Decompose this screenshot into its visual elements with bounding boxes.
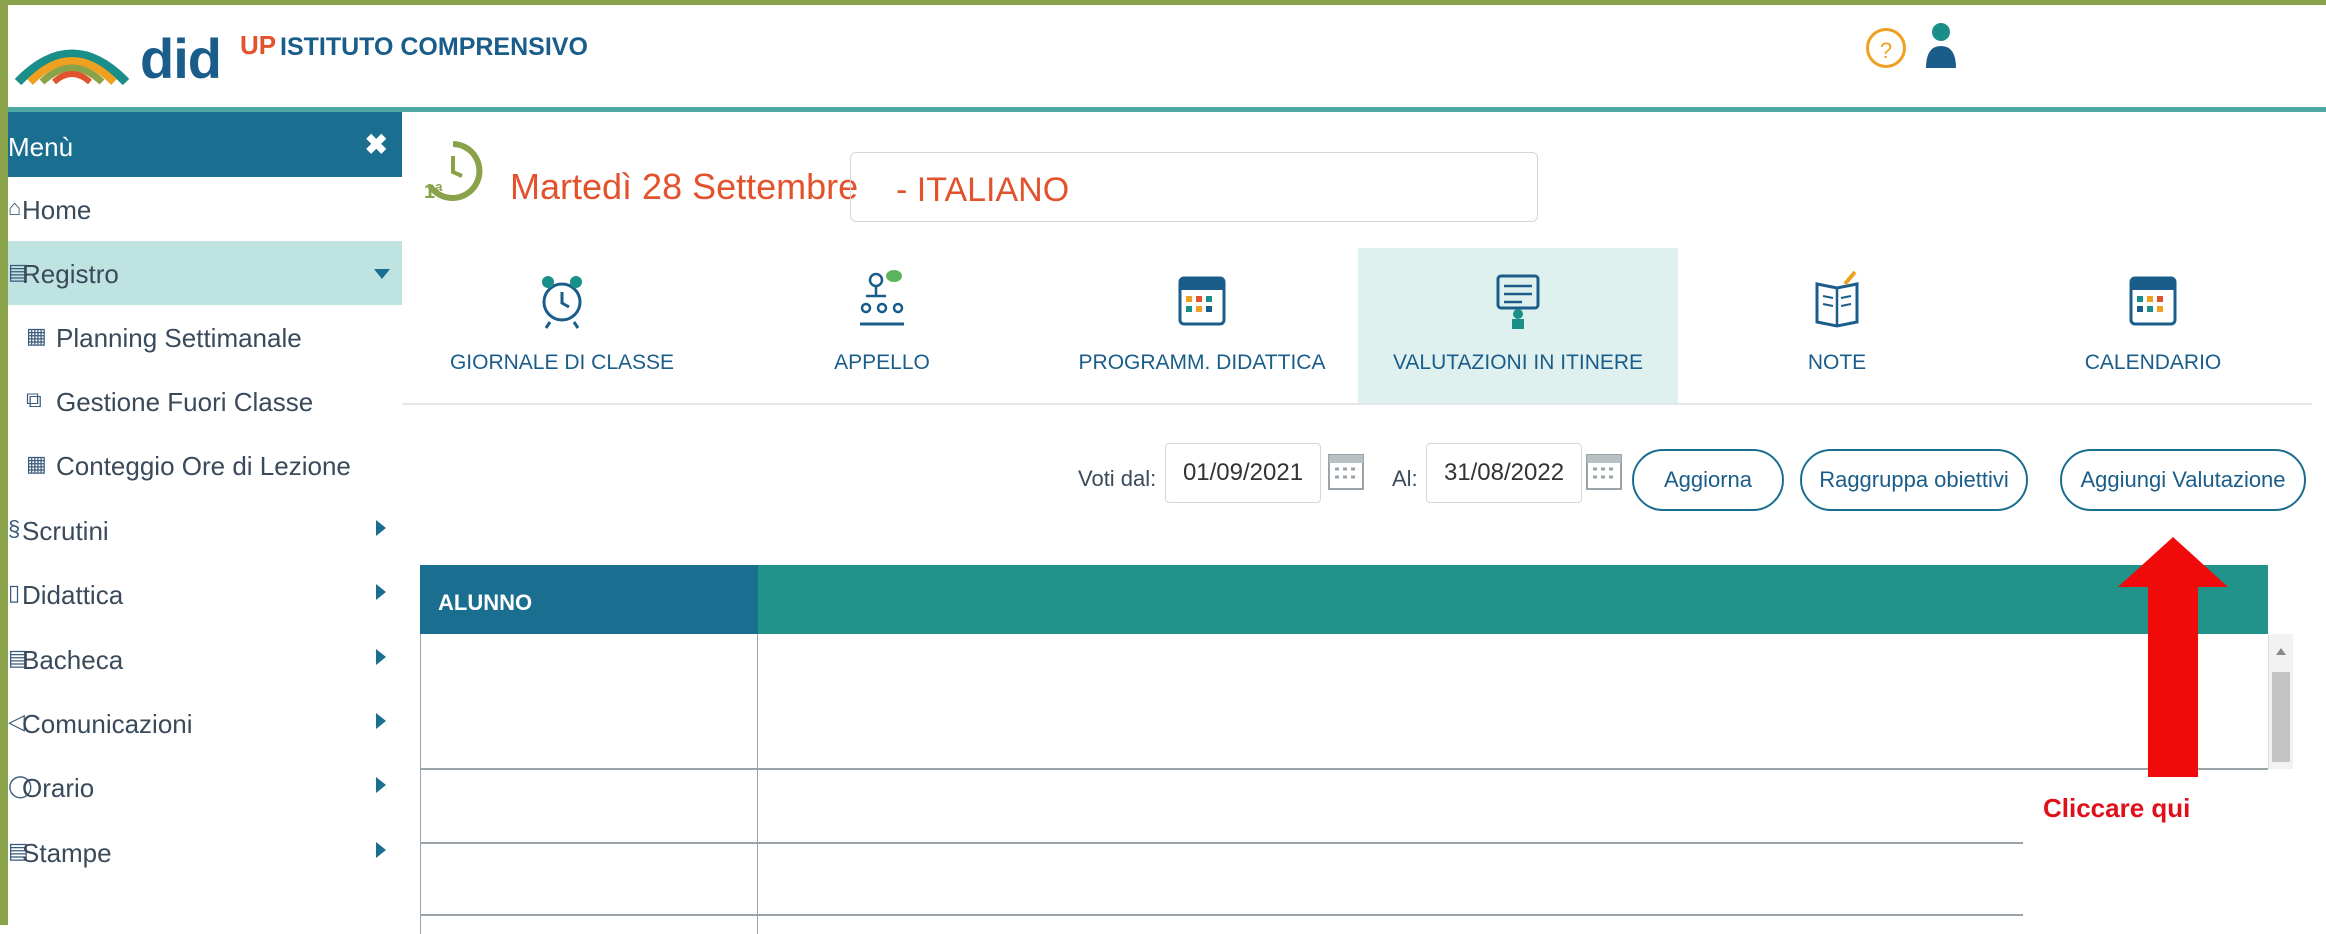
sidebar-item-label: Bacheca: [22, 645, 124, 675]
logo-superscript: UP: [240, 30, 277, 60]
subject-selector[interactable]: - ITALIANO: [850, 152, 1538, 222]
sidebar-item-label: Scrutini: [22, 516, 109, 546]
calendar-grid-icon: [1178, 276, 1226, 326]
annotation-text: Cliccare qui: [2043, 793, 2191, 823]
school-name: ISTITUTO COMPRENSIVO: [280, 33, 588, 61]
column-divider: [757, 634, 758, 934]
frame-left: [0, 0, 8, 925]
home-icon: ⌂: [8, 195, 22, 220]
tab-label: VALUTAZIONI IN ITINERE: [1392, 351, 1644, 374]
tab-programm[interactable]: PROGRAMM. DIDATTICA: [1042, 248, 1362, 403]
logo-text: did: [140, 27, 222, 90]
raggruppa-obiettivi-button[interactable]: Raggruppa obiettivi: [1800, 449, 2028, 511]
sidebar-item-label: Planning Settimanale: [56, 323, 302, 353]
sidebar-item-registro[interactable]: ▤ Registro: [8, 241, 402, 305]
sidebar-item-planning[interactable]: ▦ Planning Settimanale: [8, 305, 402, 369]
date-from-input[interactable]: 01/09/2021: [1165, 443, 1321, 503]
chevron-right-icon: [376, 649, 386, 665]
sidebar-item-label: Orario: [22, 773, 95, 803]
tab-bar: GIORNALE DI CLASSE APPELLO PROGRAMM. DID…: [402, 248, 2312, 405]
sidebar-item-label: Comunicazioni: [22, 709, 193, 739]
evaluation-icon: [1496, 274, 1540, 329]
sidebar-item-label: Stampe: [22, 838, 112, 868]
table-row[interactable]: [420, 842, 2023, 844]
scrutini-icon: §: [8, 516, 21, 541]
date-to-input[interactable]: 31/08/2022: [1426, 443, 1582, 503]
sidebar-item-orario[interactable]: ◯ Orario: [8, 755, 402, 819]
chevron-right-icon: [376, 713, 386, 729]
sidebar-item-fuori-classe[interactable]: ⧉ Gestione Fuori Classe: [8, 369, 402, 433]
chevron-right-icon: [376, 520, 386, 536]
subject-label: - ITALIANO: [896, 171, 1070, 209]
annotation-arrow-icon: [2118, 537, 2228, 777]
lesson-clock-icon: 1ª: [424, 141, 483, 202]
alarm-clock-icon: [542, 276, 582, 329]
help-icon[interactable]: ?: [1866, 28, 1906, 68]
column-header-alunno: ALUNNO: [420, 565, 758, 634]
column-header-grades: [758, 565, 2268, 634]
scroll-up-icon[interactable]: [2276, 648, 2286, 655]
tab-giornale[interactable]: GIORNALE DI CLASSE: [402, 248, 722, 403]
external-link-icon: ⧉: [26, 387, 42, 412]
sidebar-item-stampe[interactable]: ▤ Stampe: [8, 820, 402, 884]
grades-table: ALUNNO: [420, 565, 2293, 934]
table-row[interactable]: [420, 768, 2268, 770]
sidebar-item-label: Gestione Fuori Classe: [56, 387, 314, 417]
scrollbar[interactable]: [2268, 634, 2293, 769]
close-icon[interactable]: ✖: [365, 128, 388, 161]
calendar-picker-icon[interactable]: [1585, 447, 1623, 497]
didattica-icon: ▯: [8, 580, 21, 605]
table-border: [420, 634, 421, 934]
chevron-right-icon: [376, 777, 386, 793]
calendar-icon: [2129, 276, 2177, 326]
tab-label: NOTE: [1807, 351, 1867, 374]
chevron-down-icon: [374, 269, 390, 279]
tab-appello[interactable]: APPELLO: [722, 248, 1042, 403]
calendar-icon: ▦: [26, 323, 47, 348]
sidebar-item-comunicazioni[interactable]: ◁ Comunicazioni: [8, 691, 402, 755]
aggiungi-valutazione-button[interactable]: Aggiungi Valutazione: [2060, 449, 2306, 511]
sidebar: Menù ✖ ⌂ Home ▤ Registro ▦ Planning Sett…: [8, 112, 402, 925]
aggiorna-button[interactable]: Aggiorna: [1632, 449, 1784, 511]
scrollbar-thumb[interactable]: [2272, 672, 2290, 762]
column-header-label: ALUNNO: [438, 590, 533, 615]
chevron-right-icon: [376, 842, 386, 858]
user-icon[interactable]: [1923, 22, 1959, 70]
table-row[interactable]: [420, 914, 2023, 916]
page-title: Martedì 28 Settembre: [510, 166, 859, 207]
sidebar-item-label: Conteggio Ore di Lezione: [56, 451, 351, 481]
tab-label: CALENDARIO: [2084, 351, 2222, 374]
notebook-icon: [1815, 270, 1859, 328]
sidebar-item-scrutini[interactable]: § Scrutini: [8, 498, 402, 562]
calendar-picker-icon[interactable]: [1327, 447, 1365, 497]
menu-header: Menù ✖: [8, 112, 402, 177]
sidebar-item-conteggio[interactable]: ▦ Conteggio Ore di Lezione: [8, 433, 402, 497]
sidebar-item-label: Registro: [22, 259, 119, 289]
tab-valutazioni[interactable]: VALUTAZIONI IN ITINERE: [1358, 248, 1678, 403]
rainbow-logo-icon: [14, 49, 130, 85]
tab-note[interactable]: NOTE: [1678, 248, 1996, 403]
sidebar-item-didattica[interactable]: ▯ Didattica: [8, 562, 402, 626]
tab-label: PROGRAMM. DIDATTICA: [1078, 351, 1326, 374]
menu-title: Menù: [8, 132, 74, 162]
attendance-icon: [860, 270, 904, 326]
sidebar-item-label: Didattica: [22, 580, 124, 610]
tab-calendario[interactable]: CALENDARIO: [1994, 248, 2312, 403]
voti-dal-label: Voti dal:: [1078, 466, 1157, 491]
table-icon: ▦: [26, 451, 47, 476]
al-label: Al:: [1392, 466, 1418, 491]
sidebar-item-bacheca[interactable]: ▤ Bacheca: [8, 627, 402, 691]
chevron-right-icon: [376, 584, 386, 600]
sidebar-item-label: Home: [22, 195, 92, 225]
svg-text:1ª: 1ª: [424, 181, 443, 202]
tab-label: GIORNALE DI CLASSE: [449, 351, 675, 374]
tab-label: APPELLO: [834, 351, 930, 374]
sidebar-item-home[interactable]: ⌂ Home: [8, 177, 402, 241]
